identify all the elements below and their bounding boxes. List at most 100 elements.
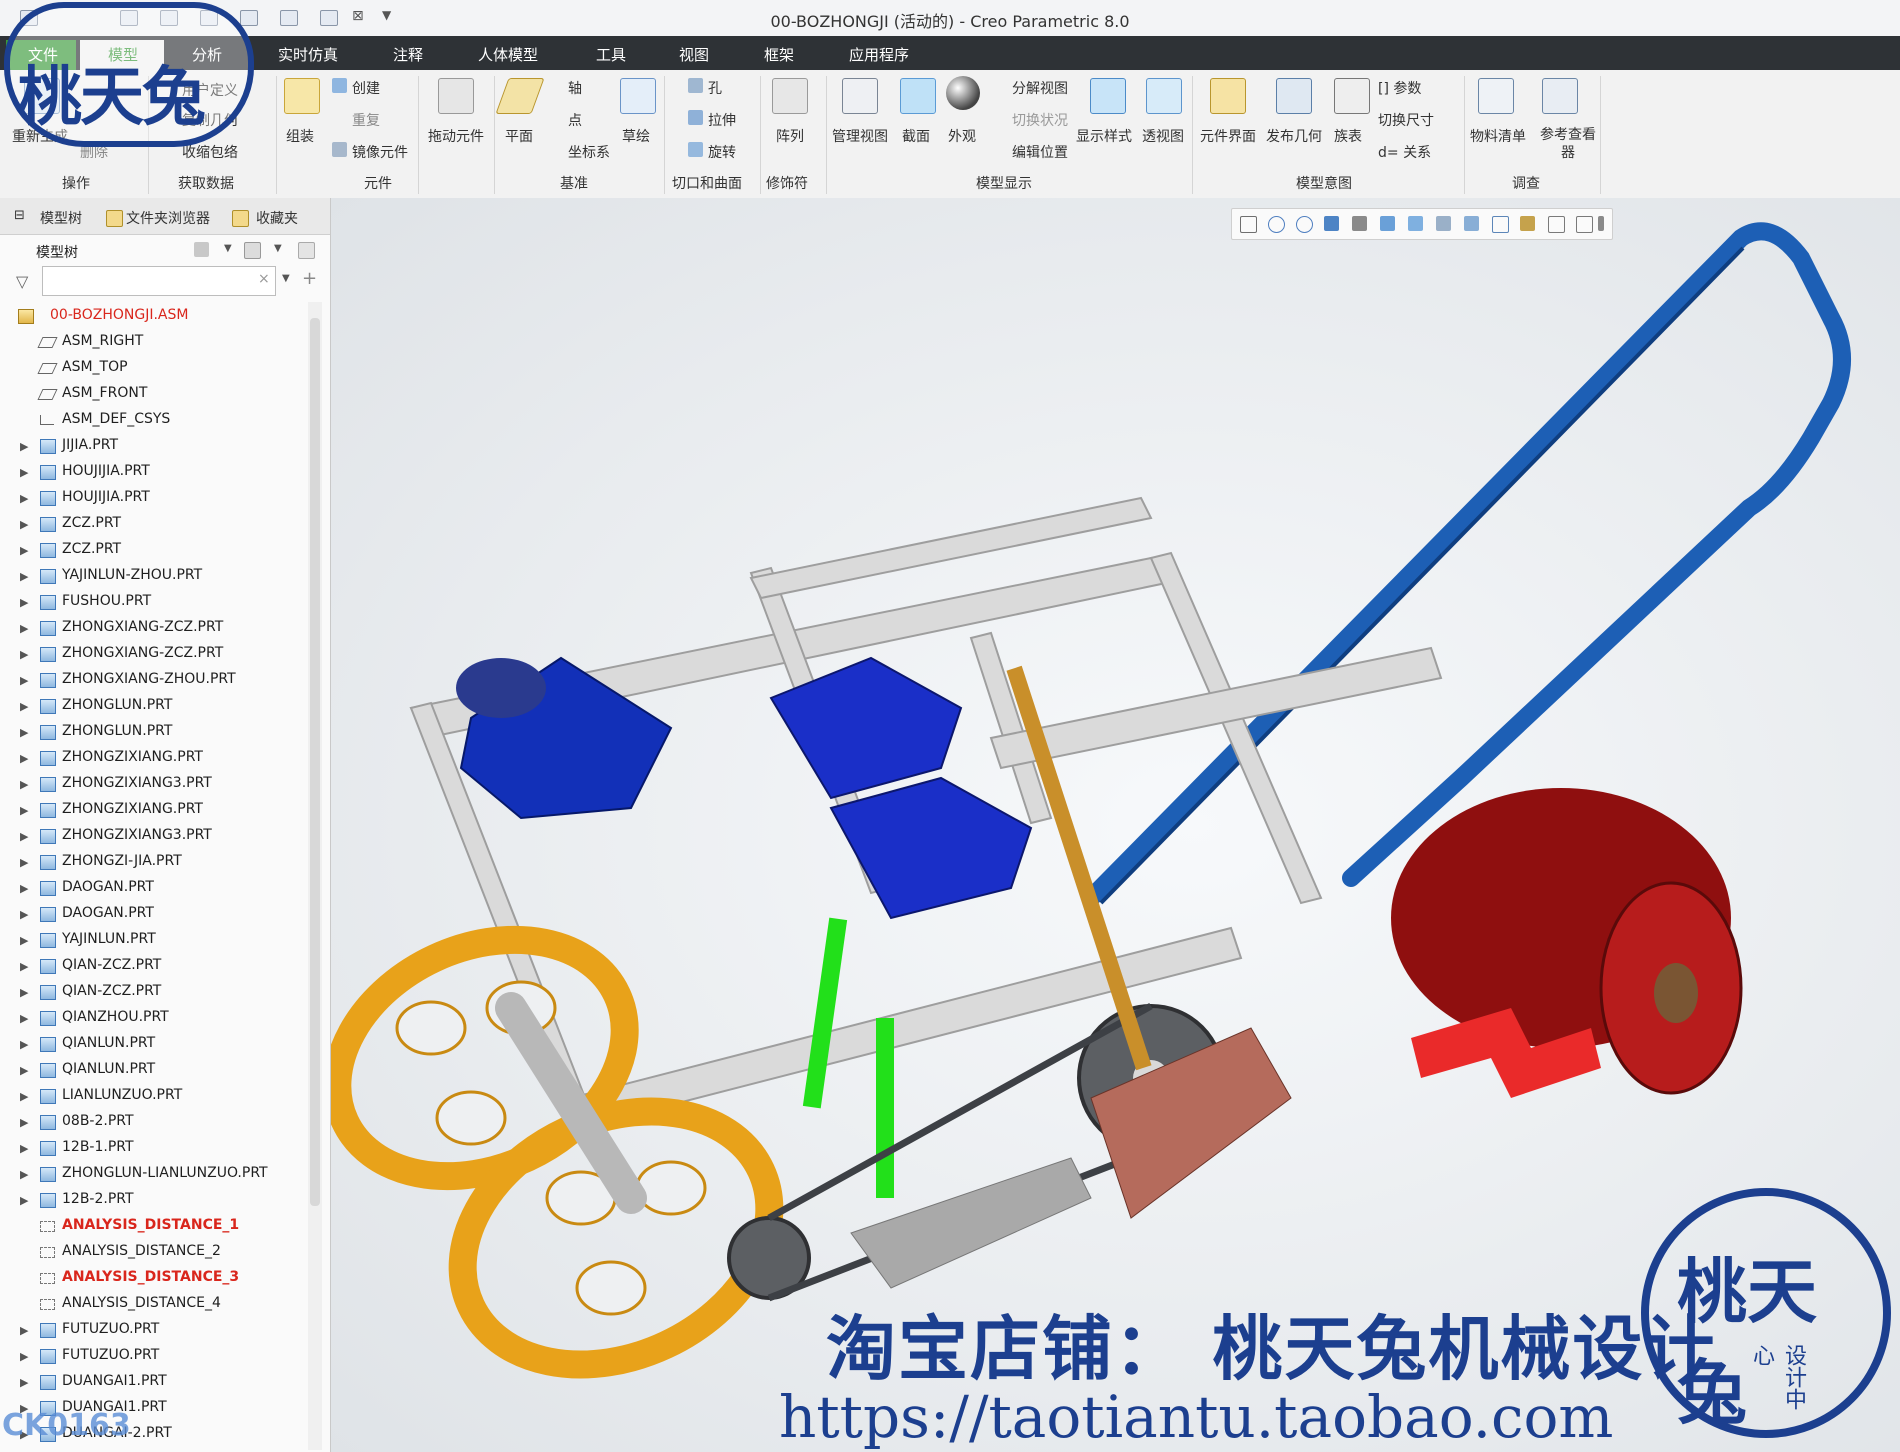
hole-button[interactable]: 孔 [708,78,722,98]
tab-folder-browser[interactable]: 文件夹浏览器 [126,208,210,228]
tree-scrollbar-thumb[interactable] [310,318,320,1206]
tree-item[interactable]: ▶ ZCZ.PRT [0,538,310,564]
reference-viewer-button[interactable]: 参考查看器 [1536,126,1600,162]
tree-item[interactable]: ▶ ZHONGZIXIANG.PRT [0,746,310,772]
csys-button[interactable]: 坐标系 [568,142,610,162]
chevron-down-icon[interactable]: ▼ [282,273,290,284]
relations-button[interactable]: d= 关系 [1378,142,1431,162]
pattern-button[interactable]: 阵列 [776,126,804,146]
group-model-display[interactable]: 模型显示 [976,173,1032,193]
tree-item[interactable]: ▶ ZHONGZIXIANG.PRT [0,798,310,824]
expand-arrow-icon[interactable]: ▶ [20,1038,28,1051]
expand-arrow-icon[interactable]: ▶ [20,934,28,947]
create-button[interactable]: 创建 [352,78,380,98]
switch-dimensions-button[interactable]: 切换尺寸 [1378,110,1434,130]
expand-arrow-icon[interactable]: ▶ [20,778,28,791]
filter-icon[interactable]: ▽ [16,272,28,291]
bom-button[interactable]: 物料清单 [1470,126,1526,146]
family-table-button[interactable]: 族表 [1334,126,1362,146]
expand-arrow-icon[interactable]: ▶ [20,544,28,557]
expand-arrow-icon[interactable]: ▶ [20,1090,28,1103]
expand-arrow-icon[interactable]: ▶ [20,1324,28,1337]
expand-arrow-icon[interactable]: ▶ [20,440,28,453]
tree-item[interactable]: ▶ HOUJIJIA.PRT [0,460,310,486]
axis-button[interactable]: 轴 [568,78,582,98]
tree-item[interactable]: ▶ ZHONGZI-JIA.PRT [0,850,310,876]
tree-search-input[interactable] [42,266,276,296]
group-operations[interactable]: 操作 [62,173,90,193]
tree-item[interactable]: ANALYSIS_DISTANCE_2 [0,1240,310,1266]
tab-favorites[interactable]: 收藏夹 [256,208,298,228]
expand-arrow-icon[interactable]: ▶ [20,830,28,843]
tree-item[interactable]: ▶ 12B-2.PRT [0,1188,310,1214]
edit-position-button[interactable]: 编辑位置 [1012,142,1068,162]
group-model-intent[interactable]: 模型意图 [1296,173,1352,193]
expand-arrow-icon[interactable]: ▶ [20,596,28,609]
expand-arrow-icon[interactable]: ▶ [20,1142,28,1155]
tree-item[interactable]: ▶ ZHONGLUN-LIANLUNZUO.PRT [0,1162,310,1188]
group-get-data[interactable]: 获取数据 [178,173,234,193]
section-button[interactable]: 截面 [902,126,930,146]
tree-item[interactable]: ▶ HOUJIJIA.PRT [0,486,310,512]
tree-item[interactable]: ▶ ZHONGZIXIANG3.PRT [0,772,310,798]
expand-arrow-icon[interactable]: ▶ [20,1350,28,1363]
tree-item[interactable]: ASM_RIGHT [0,330,310,356]
publish-geometry-button[interactable]: 发布几何 [1266,126,1322,146]
sketch-button[interactable]: 草绘 [622,126,650,146]
perspective-button[interactable]: 透视图 [1142,126,1184,146]
tree-item[interactable]: ▶ JIJIA.PRT [0,434,310,460]
chevron-down-icon[interactable]: ▼ [274,243,282,254]
tree-item[interactable]: ▶ QIANLUN.PRT [0,1032,310,1058]
tree-columns-icon[interactable] [244,242,261,259]
group-investigate[interactable]: 调查 [1512,173,1540,193]
tree-item[interactable]: ▶ FUSHOU.PRT [0,590,310,616]
component-interface-button[interactable]: 元件界面 [1200,126,1256,146]
tree-item[interactable]: ASM_DEF_CSYS [0,408,310,434]
toggle-state-button[interactable]: 切换状况 [1012,110,1068,130]
tree-item[interactable]: ▶ QIANZHOU.PRT [0,1006,310,1032]
expand-arrow-icon[interactable]: ▶ [20,622,28,635]
appearance-button[interactable]: 外观 [948,126,976,146]
expand-arrow-icon[interactable]: ▶ [20,674,28,687]
tree-item[interactable]: ▶ QIAN-ZCZ.PRT [0,980,310,1006]
assemble-button[interactable]: 组装 [286,126,314,146]
group-datum[interactable]: 基准 [560,173,588,193]
tree-item[interactable]: ANALYSIS_DISTANCE_1 [0,1214,310,1240]
add-filter-icon[interactable]: + [302,268,317,289]
manage-views-button[interactable]: 管理视图 [832,126,888,146]
tree-item[interactable]: ▶ ZHONGXIANG-ZCZ.PRT [0,616,310,642]
tree-item[interactable]: ▶ DAOGAN.PRT [0,876,310,902]
expand-arrow-icon[interactable]: ▶ [20,700,28,713]
exploded-view-button[interactable]: 分解视图 [1012,78,1068,98]
graphics-window[interactable]: 淘宝店铺： 桃天兔机械设计 https://taotiantu.taobao.c… [331,198,1900,1452]
expand-arrow-icon[interactable]: ▶ [20,960,28,973]
expand-arrow-icon[interactable]: ▶ [20,466,28,479]
tree-item[interactable]: ▶ 08B-2.PRT [0,1110,310,1136]
tree-item[interactable]: ▶ LIANLUNZUO.PRT [0,1084,310,1110]
tab-view[interactable]: 视图 [679,44,709,65]
tab-manikin[interactable]: 人体模型 [478,44,538,65]
tree-item[interactable]: ▶ DAOGAN.PRT [0,902,310,928]
tree-item[interactable]: ▶ YAJINLUN.PRT [0,928,310,954]
group-component[interactable]: 元件 [364,173,392,193]
tree-item[interactable]: ASM_FRONT [0,382,310,408]
expand-arrow-icon[interactable]: ▶ [20,804,28,817]
tree-item[interactable]: ▶ ZCZ.PRT [0,512,310,538]
tree-root[interactable]: 00-BOZHONGJI.ASM [0,304,310,330]
expand-arrow-icon[interactable]: ▶ [20,570,28,583]
expand-arrow-icon[interactable]: ▶ [20,856,28,869]
expand-arrow-icon[interactable]: ▶ [20,1376,28,1389]
plane-button[interactable]: 平面 [505,126,533,146]
group-modifiers[interactable]: 修饰符 [766,173,808,193]
expand-arrow-icon[interactable]: ▶ [20,518,28,531]
tree-item[interactable]: ▶ DUANGAI1.PRT [0,1370,310,1396]
display-style-button[interactable]: 显示样式 [1076,126,1132,146]
tree-item[interactable]: ▶ FUTUZUO.PRT [0,1344,310,1370]
tree-item[interactable]: ▶ QIAN-ZCZ.PRT [0,954,310,980]
expand-arrow-icon[interactable]: ▶ [20,1064,28,1077]
tab-simulation[interactable]: 实时仿真 [278,44,338,65]
point-button[interactable]: 点 [568,110,582,130]
tab-annotate[interactable]: 注释 [393,44,423,65]
tab-applications[interactable]: 应用程序 [849,44,909,65]
tab-tools[interactable]: 工具 [596,44,626,65]
